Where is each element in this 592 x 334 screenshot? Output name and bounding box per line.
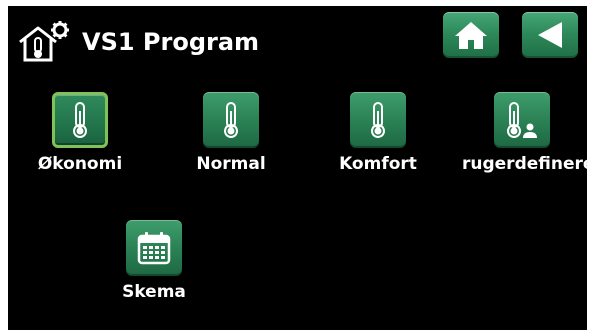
thermometer-icon <box>371 102 385 138</box>
thermometer-icon <box>73 102 87 138</box>
program-tile-skema[interactable]: Skema <box>94 220 214 302</box>
program-rugerdefinere-button[interactable] <box>494 92 550 148</box>
program-rugerdefinere-label: rugerdefinere <box>462 154 587 174</box>
program-komfort-button[interactable] <box>350 92 406 148</box>
calendar-icon <box>137 232 171 265</box>
program-normal-label: Normal <box>196 154 266 174</box>
house-gear-icon <box>16 20 72 66</box>
program-okonomi-button[interactable] <box>52 92 108 148</box>
home-icon <box>455 22 487 49</box>
page-title: VS1 Program <box>82 28 260 56</box>
back-arrow-icon <box>538 22 562 48</box>
program-normal-button[interactable] <box>203 92 259 148</box>
program-skema-button[interactable] <box>126 220 182 276</box>
program-tile-okonomi[interactable]: Økonomi <box>20 92 140 174</box>
thermometer-user-icon <box>507 102 537 138</box>
program-okonomi-label: Økonomi <box>37 154 123 174</box>
program-tile-komfort[interactable]: Komfort <box>318 92 438 174</box>
program-tile-normal[interactable]: Normal <box>171 92 291 174</box>
program-tile-rugerdefinere[interactable]: rugerdefinere <box>462 92 587 174</box>
home-button[interactable] <box>443 12 499 58</box>
program-komfort-label: Komfort <box>339 154 417 174</box>
program-skema-label: Skema <box>122 282 186 302</box>
back-button[interactable] <box>522 12 578 58</box>
thermometer-icon <box>224 102 238 138</box>
display-screen: VS1 Program Økonomi Normal Komfort ruger… <box>8 6 587 330</box>
